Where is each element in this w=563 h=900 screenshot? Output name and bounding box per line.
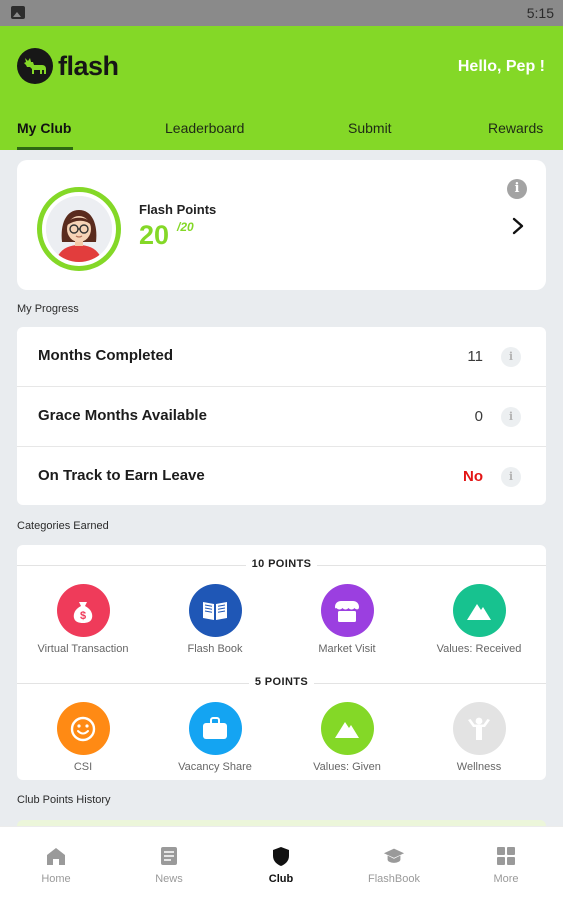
category-vacancy-share[interactable]: Vacancy Share — [149, 702, 281, 773]
info-icon[interactable]: i — [501, 407, 521, 427]
money-bag-icon: $ — [56, 584, 110, 637]
shop-icon — [320, 584, 374, 637]
svg-text:$: $ — [80, 610, 86, 622]
category-wellness[interactable]: Wellness — [413, 702, 545, 773]
points-group-heading: 5 POINTS — [17, 676, 546, 690]
nav-label: More — [493, 873, 519, 885]
bottom-navigation: Home News Club FlashBook More — [0, 826, 563, 900]
grid-icon — [495, 845, 517, 867]
nav-news[interactable]: News — [129, 845, 209, 885]
category-csi[interactable]: CSI — [17, 702, 149, 773]
progress-row-months-completed: Months Completed 11 i — [17, 327, 546, 387]
points-group-heading: 10 POINTS — [17, 558, 546, 572]
person-stretch-icon — [452, 702, 506, 755]
book-icon — [188, 584, 242, 637]
progress-row-on-track-leave: On Track to Earn Leave No i — [17, 447, 546, 507]
mountain-icon — [320, 702, 374, 755]
graduation-cap-icon — [383, 845, 405, 867]
smiley-icon — [56, 702, 110, 755]
nav-flashbook[interactable]: FlashBook — [354, 845, 434, 885]
category-market-visit[interactable]: Market Visit — [281, 584, 413, 655]
progress-card: Months Completed 11 i Grace Months Avail… — [17, 327, 546, 505]
tab-rewards[interactable]: Rewards — [488, 120, 543, 136]
flash-points-card[interactable]: Flash Points 20 /20 i — [17, 160, 546, 290]
progress-row-value: 0 — [474, 408, 483, 425]
nav-more[interactable]: More — [466, 845, 546, 885]
nav-label: FlashBook — [368, 873, 420, 885]
progress-row-label: Months Completed — [38, 347, 173, 364]
brand-name: flash — [58, 50, 119, 81]
info-icon[interactable]: i — [501, 347, 521, 367]
progress-row-label: On Track to Earn Leave — [38, 467, 205, 484]
category-label: Virtual Transaction — [37, 643, 129, 655]
flash-points-label: Flash Points — [139, 202, 217, 217]
progress-row-value: 11 — [467, 348, 483, 365]
flash-points-max: /20 — [177, 220, 194, 234]
briefcase-icon — [188, 702, 242, 755]
moose-logo-icon — [17, 48, 53, 84]
shield-icon — [270, 845, 292, 867]
tab-my-club[interactable]: My Club — [17, 120, 71, 136]
active-tab-indicator — [17, 147, 73, 150]
category-label: Values: Given — [313, 761, 381, 773]
section-title-categories-earned: Categories Earned — [17, 520, 109, 532]
status-bar: 5:15 — [0, 0, 563, 26]
category-label: Values: Received — [436, 643, 522, 655]
category-label: Flash Book — [187, 643, 243, 655]
section-title-my-progress: My Progress — [17, 303, 79, 315]
home-icon — [45, 845, 67, 867]
top-tabs: My Club Leaderboard Submit Rewards — [0, 116, 563, 150]
progress-row-grace-months: Grace Months Available 0 i — [17, 387, 546, 447]
progress-row-label: Grace Months Available — [38, 407, 207, 424]
nav-club[interactable]: Club — [241, 845, 321, 885]
avatar-image — [46, 196, 112, 262]
info-icon[interactable]: i — [501, 467, 521, 487]
nav-label: Club — [268, 873, 294, 885]
nav-label: News — [155, 873, 183, 885]
category-values-received[interactable]: Values: Received — [413, 584, 545, 655]
category-values-given[interactable]: Values: Given — [281, 702, 413, 773]
progress-row-value: No — [463, 468, 483, 485]
chevron-right-icon[interactable] — [512, 217, 524, 235]
mountain-icon — [452, 584, 506, 637]
categories-card: 10 POINTS $ Virtual Transaction Flash Bo… — [17, 545, 546, 780]
user-greeting: Hello, Pep ! — [457, 58, 545, 75]
nav-home[interactable]: Home — [16, 845, 96, 885]
tab-submit[interactable]: Submit — [348, 120, 392, 136]
category-virtual-transaction[interactable]: $ Virtual Transaction — [17, 584, 149, 655]
category-label: Wellness — [456, 761, 502, 773]
news-icon — [158, 845, 180, 867]
category-label: CSI — [73, 761, 93, 773]
image-notification-icon — [11, 6, 25, 19]
avatar — [37, 187, 121, 271]
category-label: Vacancy Share — [178, 761, 252, 773]
flash-points-value: 20 — [139, 220, 170, 250]
section-title-club-points-history: Club Points History — [17, 794, 111, 806]
points-group-heading-text: 5 POINTS — [248, 676, 315, 688]
app-header: flash Hello, Pep ! My Club Leaderboard S… — [0, 26, 563, 150]
status-time: 5:15 — [526, 5, 554, 21]
nav-label: Home — [41, 873, 71, 885]
category-flash-book[interactable]: Flash Book — [149, 584, 281, 655]
points-group-heading-text: 10 POINTS — [245, 558, 318, 570]
category-label: Market Visit — [318, 643, 376, 655]
info-icon[interactable]: i — [507, 179, 527, 199]
tab-leaderboard[interactable]: Leaderboard — [165, 120, 244, 136]
brand-logo[interactable]: flash — [17, 48, 119, 84]
